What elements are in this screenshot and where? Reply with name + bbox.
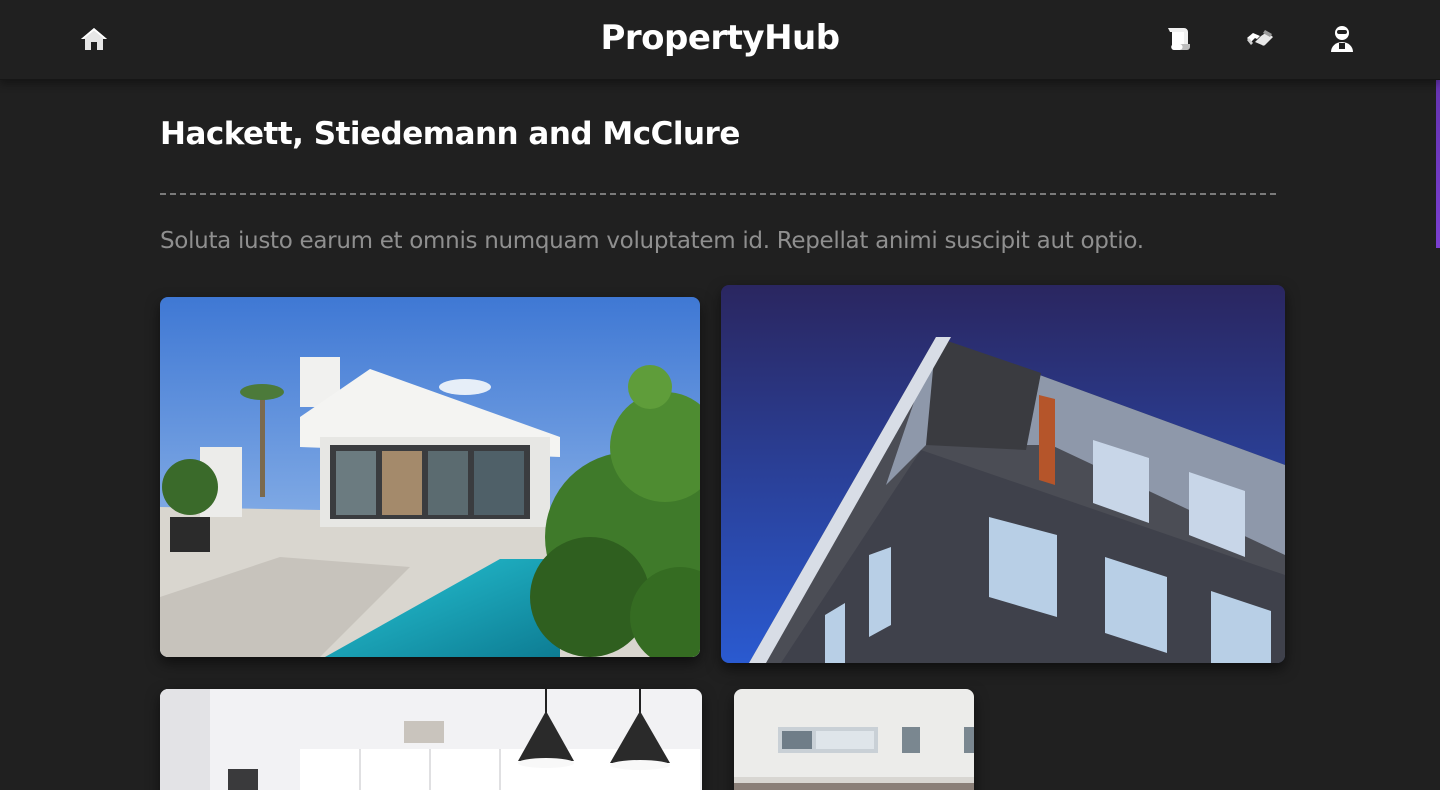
scroll-icon[interactable] bbox=[1164, 24, 1194, 54]
handshake-icon[interactable] bbox=[1245, 24, 1275, 54]
dashed-divider bbox=[160, 193, 1276, 195]
property-photo-kitchen[interactable] bbox=[160, 689, 702, 790]
top-navbar: PropertyHub bbox=[0, 0, 1440, 80]
brand-logo[interactable]: PropertyHub bbox=[0, 18, 1440, 58]
property-photo-building[interactable] bbox=[721, 285, 1285, 663]
property-photo-villa[interactable] bbox=[160, 297, 700, 657]
property-photo-facade[interactable] bbox=[734, 689, 974, 790]
user-icon[interactable] bbox=[1327, 24, 1357, 54]
company-description: Soluta iusto earum et omnis numquam volu… bbox=[160, 228, 1144, 254]
company-title: Hackett, Stiedemann and McClure bbox=[160, 116, 740, 152]
